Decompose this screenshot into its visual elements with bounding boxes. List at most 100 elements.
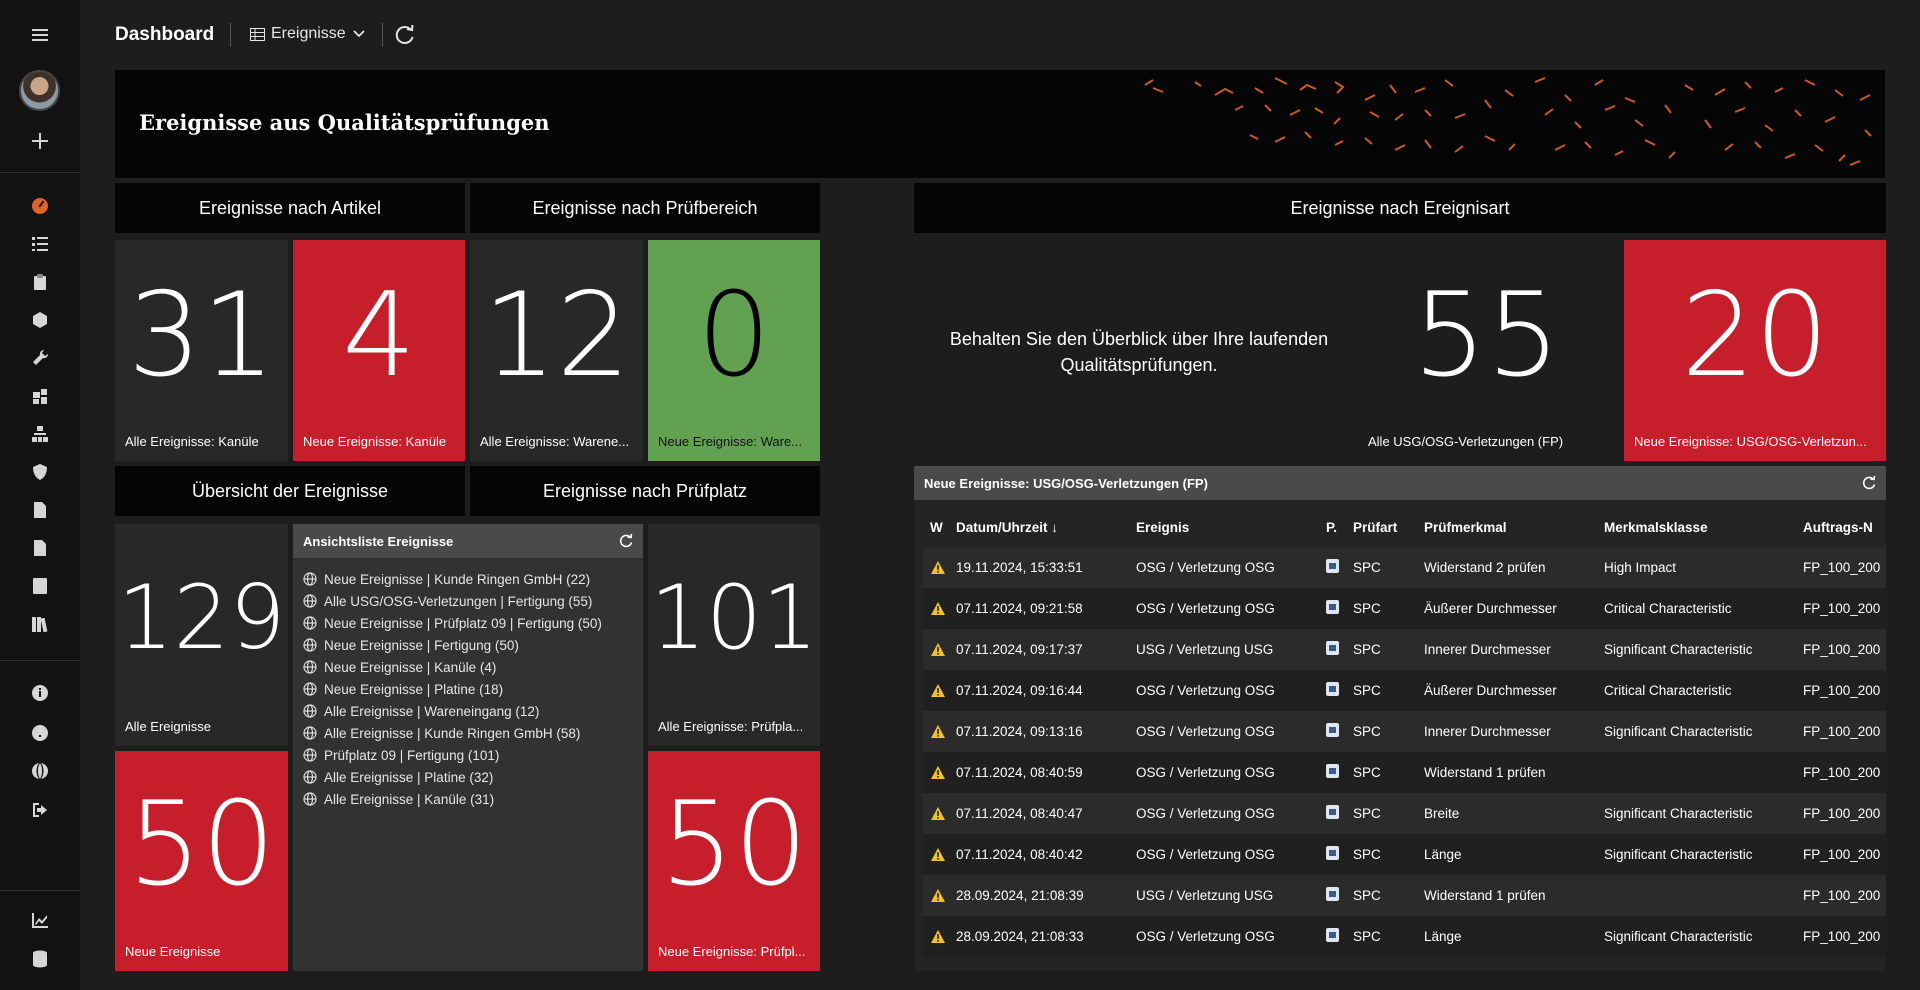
list-item[interactable]: Alle Ereignisse | Platine (32) — [303, 766, 633, 788]
wrench-icon[interactable] — [22, 340, 58, 376]
table-row[interactable]: 07.11.2024, 08:40:59 OSG / Verletzung OSG… — [923, 752, 1886, 793]
cell-class: Significant Characteristic — [1604, 806, 1753, 821]
list-item[interactable]: Neue Ereignisse | Kanüle (4) — [303, 656, 633, 678]
test-plan-icon[interactable] — [1326, 764, 1339, 778]
table-row[interactable]: 07.11.2024, 09:16:44 OSG / Verletzung OSG… — [923, 670, 1886, 711]
globe-icon[interactable] — [22, 753, 58, 789]
list-item[interactable]: Neue Ereignisse | Platine (18) — [303, 678, 633, 700]
test-plan-icon[interactable] — [1326, 600, 1339, 614]
info-icon[interactable] — [22, 675, 58, 711]
test-plan-icon[interactable] — [1326, 846, 1339, 860]
menu-icon[interactable] — [22, 17, 58, 53]
tile-platz-new[interactable]: 50 Neue Ereignisse: Prüfpl... — [648, 751, 820, 971]
table-row[interactable]: 19.11.2024, 15:33:51 OSG / Verletzung OSG… — [923, 547, 1886, 588]
table-row[interactable]: 07.11.2024, 09:13:16 OSG / Verletzung OSG… — [923, 711, 1886, 752]
column-header[interactable]: Ereignis — [1136, 508, 1326, 547]
panel-title: Ansichtsliste Ereignisse — [303, 533, 454, 549]
list-item[interactable]: Alle Ereignisse | Kunde Ringen GmbH (58) — [303, 722, 633, 744]
warning-icon — [923, 847, 956, 862]
warning-icon — [923, 601, 956, 616]
test-plan-icon[interactable] — [1326, 723, 1339, 737]
tile-value: 101 — [650, 566, 818, 669]
view-list-panel: Ansichtsliste Ereignisse Neue Ereignisse… — [293, 524, 643, 971]
refresh-icon[interactable] — [394, 24, 416, 46]
chart-icon[interactable] — [22, 902, 58, 938]
cell-test-type: SPC — [1353, 724, 1381, 739]
books-icon[interactable] — [22, 606, 58, 642]
column-header[interactable]: Merkmalsklasse — [1604, 508, 1803, 547]
test-plan-icon[interactable] — [1326, 887, 1339, 901]
view-select[interactable]: Ereignisse — [250, 25, 366, 43]
list-item[interactable]: Neue Ereignisse | Prüfplatz 09 | Fertigu… — [303, 612, 633, 634]
tile-artikel-all[interactable]: 31 Alle Ereignisse: Kanüle — [115, 240, 288, 461]
table-row[interactable]: 07.11.2024, 09:17:37 USG / Verletzung USG… — [923, 629, 1886, 670]
file-user-icon[interactable] — [22, 530, 58, 566]
cell-test-type: SPC — [1353, 560, 1381, 575]
tile-value: 31 — [127, 268, 276, 403]
table-row[interactable]: 07.11.2024, 08:40:42 OSG / Verletzung OSG… — [923, 834, 1886, 875]
cell-order: FP_100_200 — [1803, 765, 1881, 780]
list-item[interactable]: Alle Ereignisse | Wareneingang (12) — [303, 700, 633, 722]
cell-event: OSG / Verletzung OSG — [1136, 683, 1275, 698]
table-row[interactable]: 07.11.2024, 09:21:58 OSG / Verletzung OSG… — [923, 588, 1886, 629]
list-item-label: Prüfplatz 09 | Fertigung (101) — [324, 747, 500, 763]
column-header[interactable]: Prüfart — [1353, 508, 1424, 547]
list-icon[interactable] — [22, 568, 58, 604]
test-plan-icon[interactable] — [1326, 682, 1339, 696]
tile-bereich-all[interactable]: 12 Alle Ereignisse: Warene... — [470, 240, 643, 461]
tile-bereich-new[interactable]: 0 Neue Ereignisse: Ware... — [648, 240, 820, 461]
test-plan-icon[interactable] — [1326, 559, 1339, 573]
column-header[interactable]: W — [923, 508, 956, 547]
list-item[interactable]: Neue Ereignisse | Kunde Ringen GmbH (22) — [303, 568, 633, 590]
tile-value: 4 — [342, 268, 416, 403]
avatar[interactable] — [19, 70, 60, 111]
events-table-panel: Neue Ereignisse: USG/OSG-Verletzungen (F… — [914, 466, 1886, 971]
tile-ueb-all[interactable]: 129 Alle Ereignisse — [115, 524, 288, 746]
column-header[interactable]: Datum/Uhrzeit ↓ — [956, 508, 1136, 547]
table-header-row: W Datum/Uhrzeit ↓ Ereignis P. Prüfart Pr… — [923, 508, 1886, 547]
clipboard-icon[interactable] — [22, 264, 58, 300]
tile-artikel-new[interactable]: 4 Neue Ereignisse: Kanüle — [293, 240, 465, 461]
panel-title: Neue Ereignisse: USG/OSG-Verletzungen (F… — [924, 475, 1208, 491]
refresh-icon[interactable] — [1861, 475, 1877, 491]
refresh-icon[interactable] — [618, 533, 634, 549]
list-item-label: Neue Ereignisse | Prüfplatz 09 | Fertigu… — [324, 615, 602, 631]
tile-label: Alle Ereignisse: Kanüle — [125, 434, 259, 449]
globe-icon — [303, 572, 317, 586]
column-header[interactable]: P. — [1326, 508, 1353, 547]
table-row[interactable]: 28.09.2024, 21:08:39 USG / Verletzung USG… — [923, 875, 1886, 916]
test-plan-icon[interactable] — [1326, 641, 1339, 655]
tile-art-new[interactable]: 20 Neue Ereignisse: USG/OSG-Verletzun... — [1624, 240, 1886, 461]
cell-order: FP_100_200 — [1803, 724, 1881, 739]
logout-icon[interactable] — [22, 792, 58, 828]
list-item[interactable]: Alle Ereignisse | Kanüle (31) — [303, 788, 633, 810]
database-icon[interactable] — [22, 941, 58, 977]
column-header[interactable]: Prüfmerkmal — [1424, 508, 1604, 547]
test-plan-icon[interactable] — [1326, 928, 1339, 942]
table-icon — [250, 27, 265, 41]
tile-label: Neue Ereignisse: USG/OSG-Verletzun... — [1634, 434, 1867, 449]
banner: Ereignisse aus Qualitätsprüfungen — [115, 70, 1885, 178]
test-plan-icon[interactable] — [1326, 805, 1339, 819]
plus-icon[interactable] — [22, 123, 58, 159]
list-item[interactable]: Neue Ereignisse | Fertigung (50) — [303, 634, 633, 656]
tile-ueb-new[interactable]: 50 Neue Ereignisse — [115, 751, 288, 971]
file-check-icon[interactable] — [22, 492, 58, 528]
list-item[interactable]: Alle USG/OSG-Verletzungen | Fertigung (5… — [303, 590, 633, 612]
task-list-icon[interactable] — [22, 226, 58, 262]
shield-icon[interactable] — [22, 454, 58, 490]
column-header[interactable]: Auftrags-N — [1803, 508, 1886, 547]
help-icon[interactable] — [22, 715, 58, 751]
cell-class: Critical Characteristic — [1604, 601, 1732, 616]
list-item[interactable]: Prüfplatz 09 | Fertigung (101) — [303, 744, 633, 766]
puzzle-icon[interactable] — [22, 378, 58, 414]
tile-art-all[interactable]: 55 Alle USG/OSG-Verletzungen (FP) — [1350, 240, 1623, 461]
table-row[interactable]: 07.11.2024, 08:40:47 OSG / Verletzung OSG… — [923, 793, 1886, 834]
tile-value: 55 — [1412, 268, 1561, 403]
dashboard-gauge-icon[interactable] — [22, 188, 58, 224]
cubes-icon[interactable] — [22, 302, 58, 338]
table-row[interactable]: 28.09.2024, 21:08:33 OSG / Verletzung OSG… — [923, 916, 1886, 957]
tile-platz-all[interactable]: 101 Alle Ereignisse: Prüfpla... — [648, 524, 820, 746]
sitemap-icon[interactable] — [22, 416, 58, 452]
cell-datetime: 19.11.2024, 15:33:51 — [956, 560, 1083, 575]
